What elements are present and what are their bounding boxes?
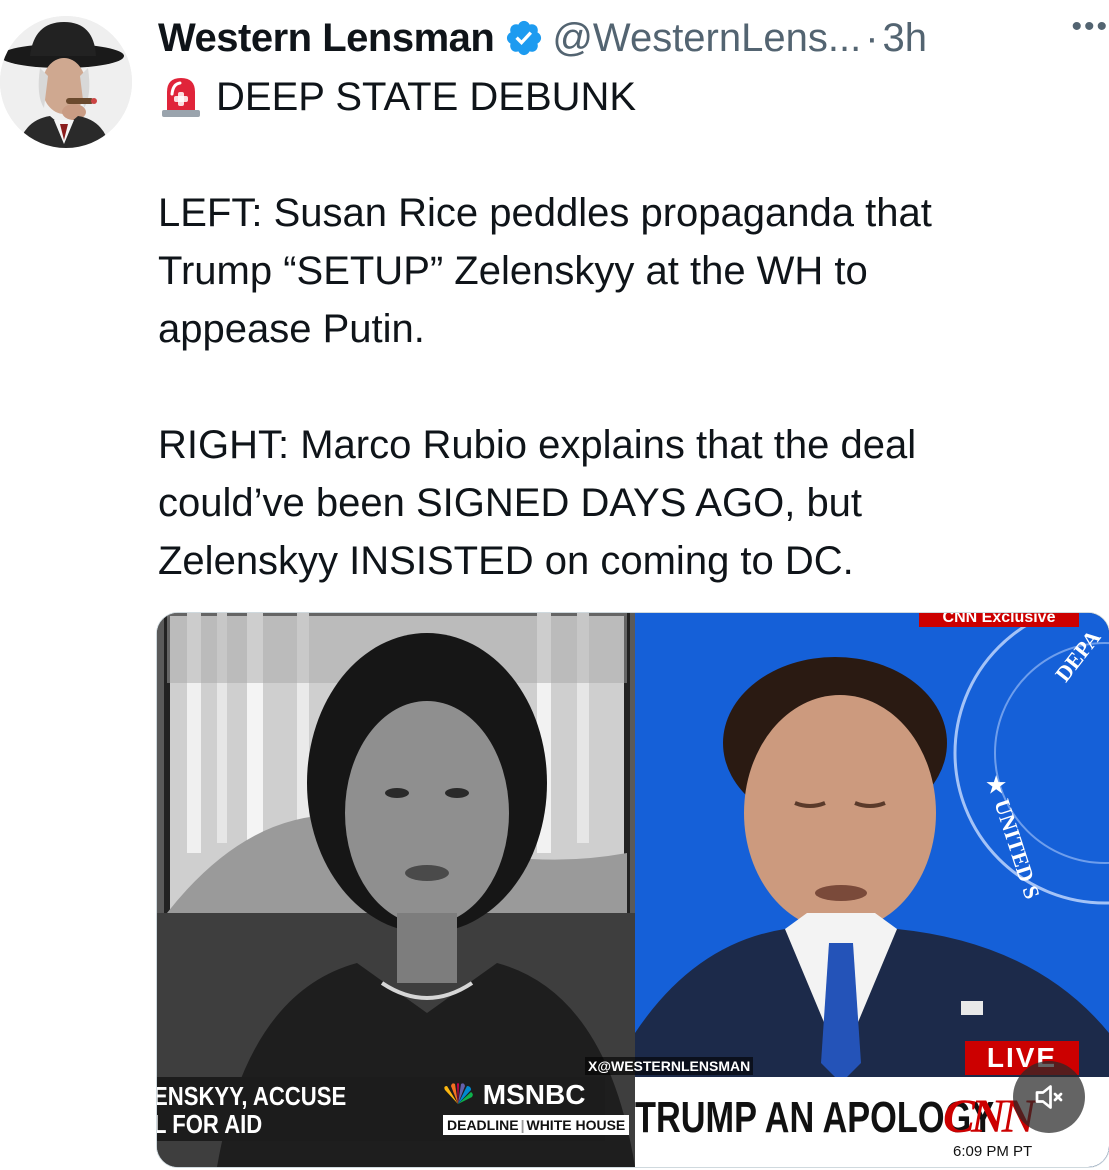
program-label: DEADLINE | WHITE HOUSE — [443, 1115, 630, 1135]
tweet-text-line: Trump “SETUP” Zelenskyy at the WH to — [158, 249, 868, 293]
program-label-1: DEADLINE — [447, 1117, 519, 1133]
display-name[interactable]: Western Lensman — [158, 16, 495, 61]
speaker-muted-icon — [1035, 1085, 1063, 1109]
author-handle[interactable]: @WesternLens... — [552, 16, 861, 61]
cnn-headline: TRUMP AN APOLOGY — [635, 1093, 995, 1142]
tweet-timestamp[interactable]: 3h — [883, 16, 928, 61]
tweet[interactable]: Western Lensman @WesternLens... · 3h •••… — [0, 0, 1109, 1170]
tweet-text-line: LEFT: Susan Rice peddles propaganda that — [158, 191, 932, 235]
tweet-headline: DEEP STATE DEBUNK — [216, 75, 637, 119]
msnbc-logo: MSNBC — [441, 1079, 585, 1111]
rotating-light-icon — [158, 72, 204, 118]
tweet-text-right-paragraph: RIGHT: Marco Rubio explains that the dea… — [158, 416, 1058, 590]
tweet-text-line: appease Putin. — [158, 307, 425, 351]
tweet-text-left-paragraph: LEFT: Susan Rice peddles propaganda that… — [158, 184, 1058, 358]
msnbc-chyron-line-2: L FOR AID — [156, 1109, 263, 1139]
header-separator: · — [865, 15, 879, 60]
avatar-portrait-image — [0, 16, 132, 148]
watermark: X@WESTERNLENSMAN — [585, 1057, 754, 1075]
peacock-icon — [444, 1083, 473, 1104]
avatar[interactable] — [0, 16, 132, 148]
tweet-header: Western Lensman @WesternLens... · 3h — [158, 12, 1098, 64]
tweet-text-line: could’ve been SIGNED DAYS AGO, but — [158, 481, 863, 525]
verified-badge-icon — [504, 18, 544, 58]
mute-button[interactable] — [1013, 1061, 1085, 1133]
cnn-exclusive-tag: CNN Exclusive — [919, 613, 1079, 627]
msnbc-logo-text: MSNBC — [482, 1079, 586, 1110]
msnbc-branding: MSNBC DEADLINE | WHITE HOUSE — [435, 1077, 630, 1141]
msnbc-chyron-line-1: ENSKYY, ACCUSE — [156, 1081, 347, 1111]
tweet-text-heading: DEEP STATE DEBUNK — [158, 68, 1058, 126]
tweet-text-line: RIGHT: Marco Rubio explains that the dea… — [158, 423, 917, 467]
tweet-video[interactable]: CNN Exclusive DEPA ★ UNITED S ENSKYY, AC… — [156, 612, 1109, 1168]
more-options-icon[interactable]: ••• — [1071, 10, 1109, 44]
msnbc-chyron: ENSKYY, ACCUSE L FOR AID — [157, 1077, 447, 1141]
cnn-time: 6:09 PM PT — [953, 1143, 1033, 1160]
tweet-text-line: Zelenskyy INSISTED on coming to DC. — [158, 539, 854, 583]
program-label-2: WHITE HOUSE — [526, 1117, 626, 1133]
